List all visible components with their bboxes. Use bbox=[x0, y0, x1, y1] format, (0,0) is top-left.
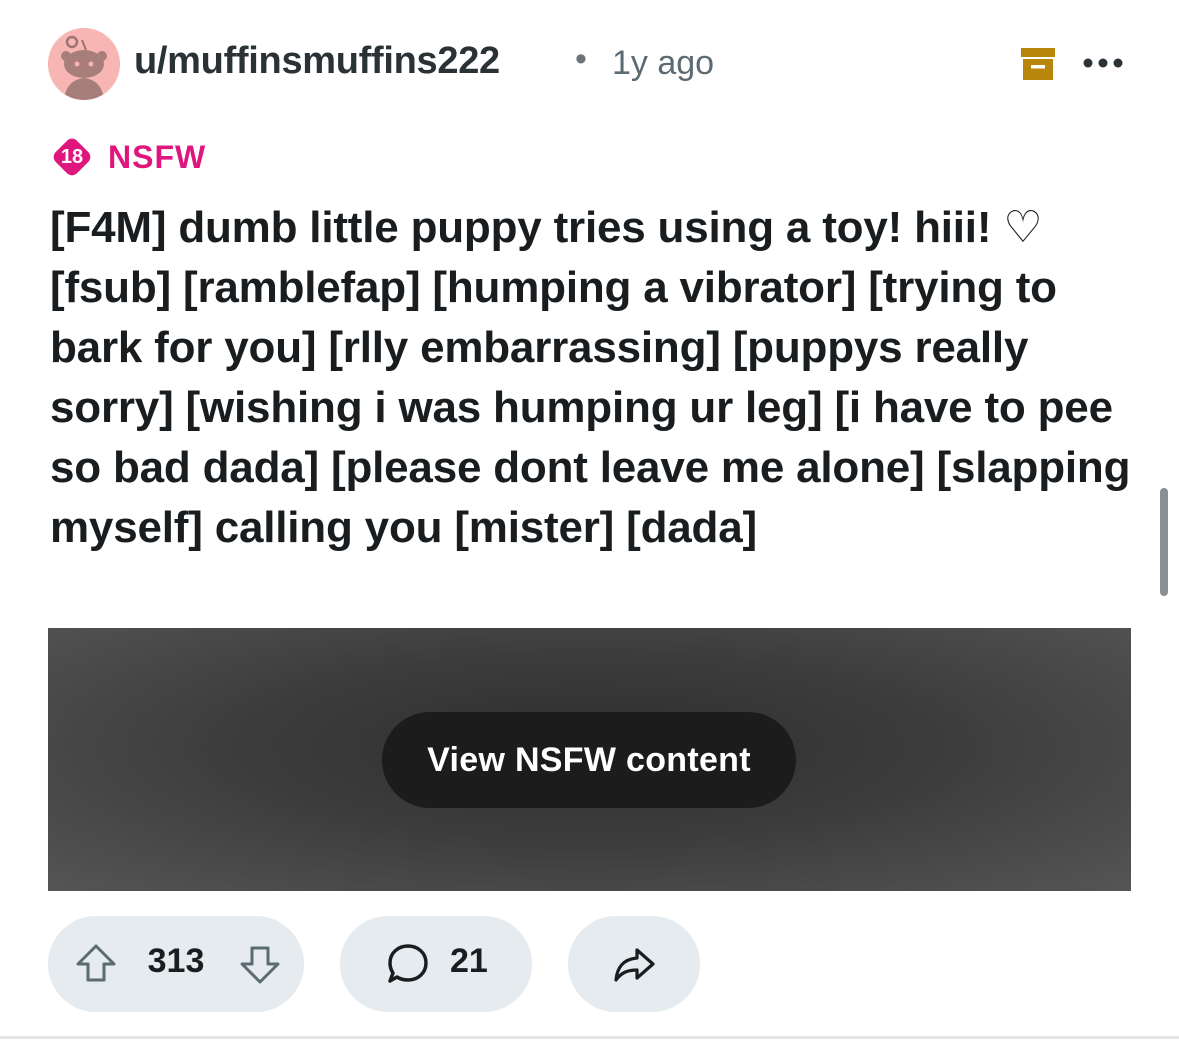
comments-button[interactable]: 21 bbox=[340, 916, 532, 1012]
nsfw-18-badge-icon: 18 bbox=[50, 135, 94, 179]
post-view: u/muffinsmuffins222 • 1y ago 18 NSFW [F4… bbox=[0, 0, 1179, 1053]
meta-separator: • bbox=[575, 40, 587, 78]
comment-bubble-icon bbox=[384, 940, 432, 993]
snoo-avatar-icon bbox=[48, 28, 120, 100]
post-author[interactable]: u/muffinsmuffins222 bbox=[134, 40, 500, 83]
vote-count: 313 bbox=[147, 942, 205, 980]
nsfw-media-blur[interactable]: View NSFW content bbox=[48, 628, 1131, 891]
nsfw-badge-number: 18 bbox=[60, 146, 84, 168]
share-arrow-icon bbox=[610, 940, 658, 988]
share-button[interactable] bbox=[568, 916, 700, 1012]
divider bbox=[0, 1036, 1179, 1039]
user-avatar[interactable] bbox=[48, 28, 120, 100]
post-title[interactable]: [F4M] dumb little puppy tries using a to… bbox=[50, 198, 1140, 558]
comment-count: 21 bbox=[450, 942, 488, 980]
more-options-icon[interactable] bbox=[1080, 52, 1126, 74]
vote-controls: 313 bbox=[48, 916, 304, 1012]
view-nsfw-content-button[interactable]: View NSFW content bbox=[382, 712, 796, 808]
downvote-arrow-icon[interactable] bbox=[236, 940, 284, 993]
scrollbar-thumb[interactable] bbox=[1160, 488, 1168, 596]
upvote-arrow-icon[interactable] bbox=[72, 940, 120, 993]
nsfw-tag: 18 NSFW bbox=[50, 134, 206, 180]
archive-icon[interactable] bbox=[1020, 46, 1056, 82]
post-timestamp: 1y ago bbox=[612, 44, 715, 82]
nsfw-label: NSFW bbox=[108, 138, 207, 175]
